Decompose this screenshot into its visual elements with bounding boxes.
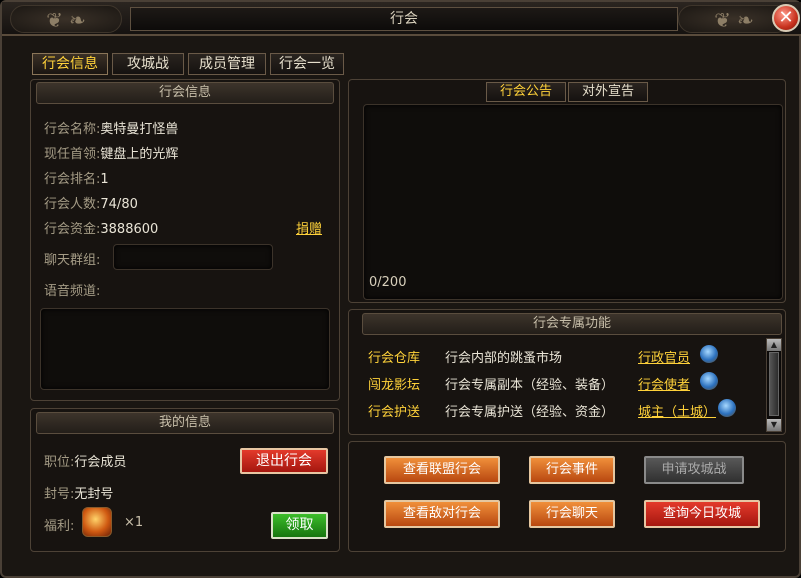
title-row: 封号:无封号 [44, 483, 113, 502]
guild-name-value: 奥特曼打怪兽 [100, 122, 179, 137]
title-value: 无封号 [74, 487, 114, 502]
guild-chat-button[interactable]: 行会聊天 [529, 500, 615, 528]
welfare-reward-icon[interactable] [82, 507, 112, 537]
features-header: 行会专属功能 [362, 313, 782, 335]
feature-desc-dungeon: 行会专属副本（经验、装备） [445, 378, 615, 393]
tab-member-management[interactable]: 成员管理 [188, 53, 266, 75]
guild-rank-label: 行会排名: [44, 172, 101, 187]
chat-group-label: 聊天群组: [44, 253, 101, 268]
apply-siege-button[interactable]: 申请攻城战 [644, 456, 744, 484]
guild-rank-row: 行会排名:1 [44, 168, 109, 187]
scrollbar-thumb[interactable] [769, 352, 779, 416]
view-alliance-button[interactable]: 查看联盟行会 [384, 456, 500, 484]
chat-group-field[interactable] [113, 244, 273, 270]
voice-channel-label: 语音频道: [44, 284, 101, 299]
guild-leader-value: 键盘上的光辉 [100, 147, 179, 162]
feature-desc-escort: 行会专属护送（经验、资金） [445, 405, 615, 420]
tab-guild-notice[interactable]: 行会公告 [486, 82, 566, 102]
scroll-up-arrow-icon[interactable]: ▲ [767, 339, 781, 351]
notice-char-counter: 0/200 [369, 275, 407, 290]
welfare-label: 福利: [44, 519, 75, 534]
quit-guild-button[interactable]: 退出行会 [240, 448, 328, 474]
guild-leader-label: 现任首领: [44, 147, 101, 162]
view-enemy-button[interactable]: 查看敌对行会 [384, 500, 500, 528]
feature-role-escort[interactable]: 城主（土城） [638, 401, 716, 420]
guild-info-text-box[interactable] [40, 308, 330, 390]
close-button[interactable]: ✕ [772, 4, 800, 32]
position-label: 职位: [44, 455, 75, 470]
position-row: 职位:行会成员 [44, 451, 126, 470]
tab-public-notice[interactable]: 对外宣告 [568, 82, 648, 102]
feature-name-dungeon[interactable]: 闯龙影坛 [368, 374, 420, 393]
welfare-count: ×1 [124, 515, 144, 530]
title-label: 封号: [44, 487, 75, 502]
feature-role-dungeon[interactable]: 行会使者 [638, 374, 690, 393]
claim-button[interactable]: 领取 [271, 512, 328, 539]
feature-name-escort[interactable]: 行会护送 [368, 401, 420, 420]
tab-guild-list[interactable]: 行会一览 [270, 53, 344, 75]
guild-members-label: 行会人数: [44, 197, 101, 212]
guild-members-value: 74/80 [100, 197, 138, 212]
guild-leader-row: 现任首领:键盘上的光辉 [44, 143, 178, 162]
donate-link[interactable]: 捐赠 [296, 218, 322, 237]
feature-role-warehouse[interactable]: 行政官员 [638, 347, 690, 366]
guild-funds-row: 行会资金:3888600 [44, 218, 158, 237]
notice-text-area[interactable] [363, 104, 783, 300]
feature-desc-warehouse: 行会内部的跳蚤市场 [445, 351, 563, 366]
tab-siege[interactable]: 攻城战 [112, 53, 184, 75]
feature-name-warehouse[interactable]: 行会仓库 [368, 347, 420, 366]
guild-name-row: 行会名称:奥特曼打怪兽 [44, 118, 178, 137]
position-value: 行会成员 [74, 455, 127, 470]
scroll-down-arrow-icon[interactable]: ▼ [767, 419, 781, 431]
dragon-ornament-left-icon: ❦ ❧ [10, 5, 122, 33]
guild-funds-value: 3888600 [100, 222, 159, 237]
guild-name-label: 行会名称: [44, 122, 101, 137]
today-siege-button[interactable]: 查询今日攻城 [644, 500, 760, 528]
guild-rank-value: 1 [100, 172, 109, 187]
guild-info-header: 行会信息 [36, 82, 334, 104]
guild-funds-label: 行会资金: [44, 222, 101, 237]
my-info-header: 我的信息 [36, 412, 334, 434]
tab-guild-info[interactable]: 行会信息 [32, 53, 108, 75]
guild-window: ❦ ❧ ❦ ❧ 行会 ✕ 行会信息 攻城战 成员管理 行会一览 行会信息 行会名… [0, 0, 801, 578]
guild-events-button[interactable]: 行会事件 [529, 456, 615, 484]
guild-members-row: 行会人数:74/80 [44, 193, 138, 212]
window-title: 行会 [130, 7, 678, 31]
